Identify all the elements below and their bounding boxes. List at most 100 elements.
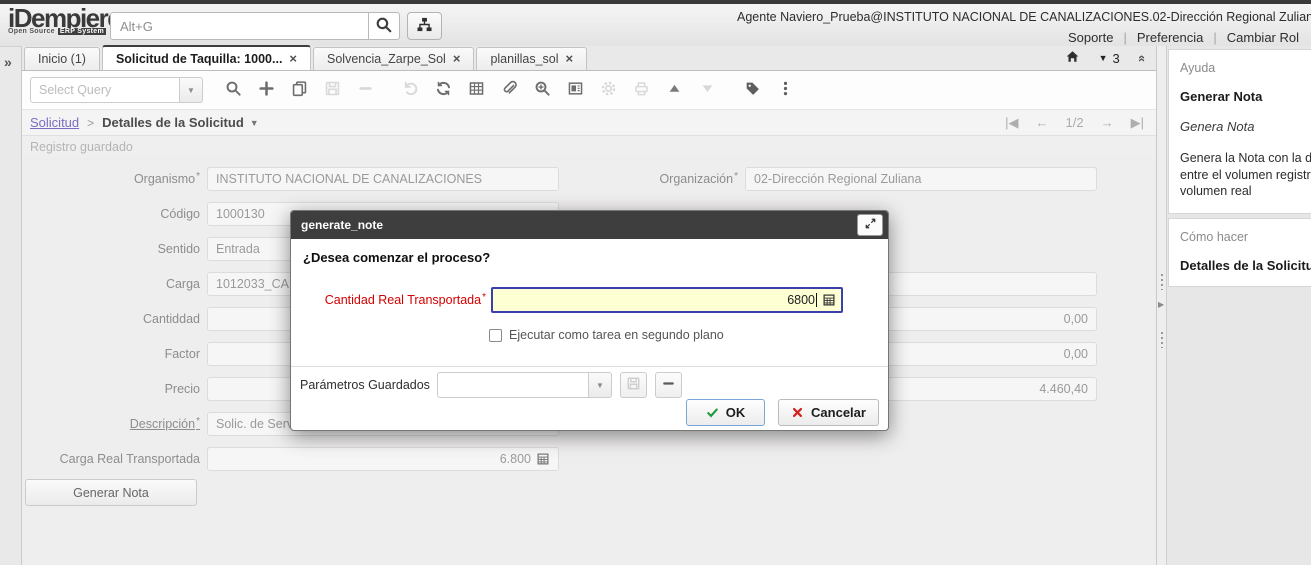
saved-parameters-row: Parámetros Guardados ▼ [300,372,682,398]
save-button[interactable] [318,76,347,104]
global-search-placeholder: Alt+G [120,19,153,34]
tab-planillas-sol[interactable]: planillas_sol × [476,47,587,70]
zoom-across-button[interactable] [528,76,557,104]
support-link[interactable]: Soporte [1058,30,1124,45]
carga-real-field[interactable]: 6.800 [207,447,559,471]
window-tab-bar: Inicio (1) Solicitud de Taquilla: 1000..… [22,46,1156,71]
tab-label: planillas_sol [490,52,558,66]
background-task-checkbox[interactable] [489,329,502,342]
tab-inicio[interactable]: Inicio (1) [24,47,100,70]
descripcion-label[interactable]: Descripción [30,412,200,438]
tab-solicitud-de-taquilla[interactable]: Solicitud de Taquilla: 1000... × [102,45,311,70]
organizacion-value: 02-Dirección Regional Zuliana [754,172,921,186]
header-links: Soporte | Preferencia | Cambiar Rol [1058,30,1309,45]
generate-note-dialog: generate_note ¿Desea comenzar el proceso… [290,210,889,431]
help-panel-description: Genera la Nota con la diferencia entre e… [1180,150,1311,200]
save-parameters-button[interactable] [620,372,647,398]
help-panel: Ayuda Generar Nota Genera Nota Genera la… [1168,49,1311,214]
calculator-icon[interactable] [536,452,550,466]
open-windows-count: 3 [1113,51,1120,66]
text-cursor [816,293,817,307]
saved-parameters-input[interactable] [437,372,589,398]
open-windows-dropdown[interactable]: ▼ 3 [1099,51,1120,66]
select-query-dropdown-button[interactable]: ▼ [180,77,203,103]
copy-record-button[interactable] [285,76,314,104]
next-record-icon[interactable]: → [1101,115,1114,130]
detail-record-button[interactable] [693,76,722,104]
close-icon[interactable]: × [289,54,297,64]
delete-record-button[interactable] [351,76,380,104]
refresh-button[interactable] [429,76,458,104]
more-options-button[interactable] [771,76,800,104]
triangle-up-icon [666,80,683,100]
dialog-question: ¿Desea comenzar el proceso? [303,250,490,265]
kebab-menu-icon [777,80,794,100]
search-button[interactable] [368,12,400,40]
first-record-icon[interactable]: |◀ [1005,115,1018,131]
calculator-icon[interactable] [822,293,836,307]
tab-solvencia-zarpe-sol[interactable]: Solvencia_Zarpe_Sol × [313,47,474,70]
breadcrumb-parent-link[interactable]: Solicitud [30,115,79,130]
report-icon [567,80,584,100]
help-panel-title: Generar Nota [1180,89,1311,104]
dialog-expand-button[interactable] [857,214,883,236]
tab-label: Solvencia_Zarpe_Sol [327,52,446,66]
find-record-button[interactable] [219,76,248,104]
splitter-collapse-icon[interactable]: ▶ [1158,300,1164,309]
idempiere-window: iDempiere Open Source ERP System Alt+G A… [0,0,1311,565]
home-icon[interactable] [1065,49,1080,67]
preference-link[interactable]: Preferencia [1127,30,1213,45]
cancel-button[interactable]: Cancelar [778,399,879,426]
process-button[interactable] [594,76,623,104]
collapse-tabs-icon[interactable]: « [1135,54,1150,61]
splitter-grip [1161,332,1163,348]
organismo-field[interactable]: INSTITUTO NACIONAL DE CANALIZACIONES [207,167,559,191]
panel-splitter[interactable]: ▶ [1157,46,1167,565]
expand-menu-icon[interactable]: » [4,54,21,70]
save-icon [626,376,641,394]
ok-button[interactable]: OK [686,399,765,426]
close-icon[interactable]: × [566,54,574,64]
grid-toggle-button[interactable] [462,76,491,104]
generar-nota-button[interactable]: Generar Nota [25,479,197,506]
app-header: iDempiere Open Source ERP System Alt+G A… [0,4,1311,46]
global-search-input[interactable]: Alt+G [110,12,368,40]
search-icon [375,16,393,37]
new-record-button[interactable] [252,76,281,104]
label-button[interactable] [738,76,767,104]
undo-button[interactable] [396,76,425,104]
minus-icon [357,80,374,100]
breadcrumb-separator: > [87,116,94,130]
parent-record-button[interactable] [660,76,689,104]
howto-panel: Cómo hacer Detalles de la Solicitud [1168,218,1311,287]
howto-panel-header: Cómo hacer [1180,230,1311,244]
close-icon[interactable]: × [453,54,461,64]
dialog-title-bar[interactable]: generate_note [291,211,888,239]
attachment-button[interactable] [495,76,524,104]
search-icon [225,80,242,100]
change-role-link[interactable]: Cambiar Rol [1217,30,1309,45]
report-button[interactable] [561,76,590,104]
print-button[interactable] [627,76,656,104]
last-record-icon[interactable]: ▶| [1131,115,1144,131]
saved-parameters-label: Parámetros Guardados [300,378,430,392]
cantiddad-label: Cantiddad [30,307,200,331]
expand-icon [864,217,877,233]
check-icon [706,406,719,419]
help-panel-subtitle: Genera Nota [1180,119,1311,134]
background-task-label: Ejecutar como tarea en segundo plano [509,328,724,342]
select-query-input[interactable]: Select Query [30,77,180,103]
menu-tree-button[interactable] [407,12,442,40]
quantity-input[interactable]: 6800 [491,287,843,313]
organizacion-field[interactable]: 02-Dirección Regional Zuliana [745,167,1097,191]
logo-tagline-left: Open Source [8,28,55,35]
chevron-down-icon: ▼ [596,381,604,390]
delete-parameters-button[interactable] [655,372,682,398]
breadcrumb-current[interactable]: Detalles de la Solicitud [102,115,244,130]
collapsed-menu-rail: » [0,46,22,565]
chevron-down-icon[interactable]: ▼ [250,118,259,128]
factor-label: Factor [30,342,200,366]
sentido-label: Sentido [30,237,200,261]
previous-record-icon[interactable]: ← [1036,115,1049,130]
saved-parameters-dropdown-button[interactable]: ▼ [589,372,612,398]
